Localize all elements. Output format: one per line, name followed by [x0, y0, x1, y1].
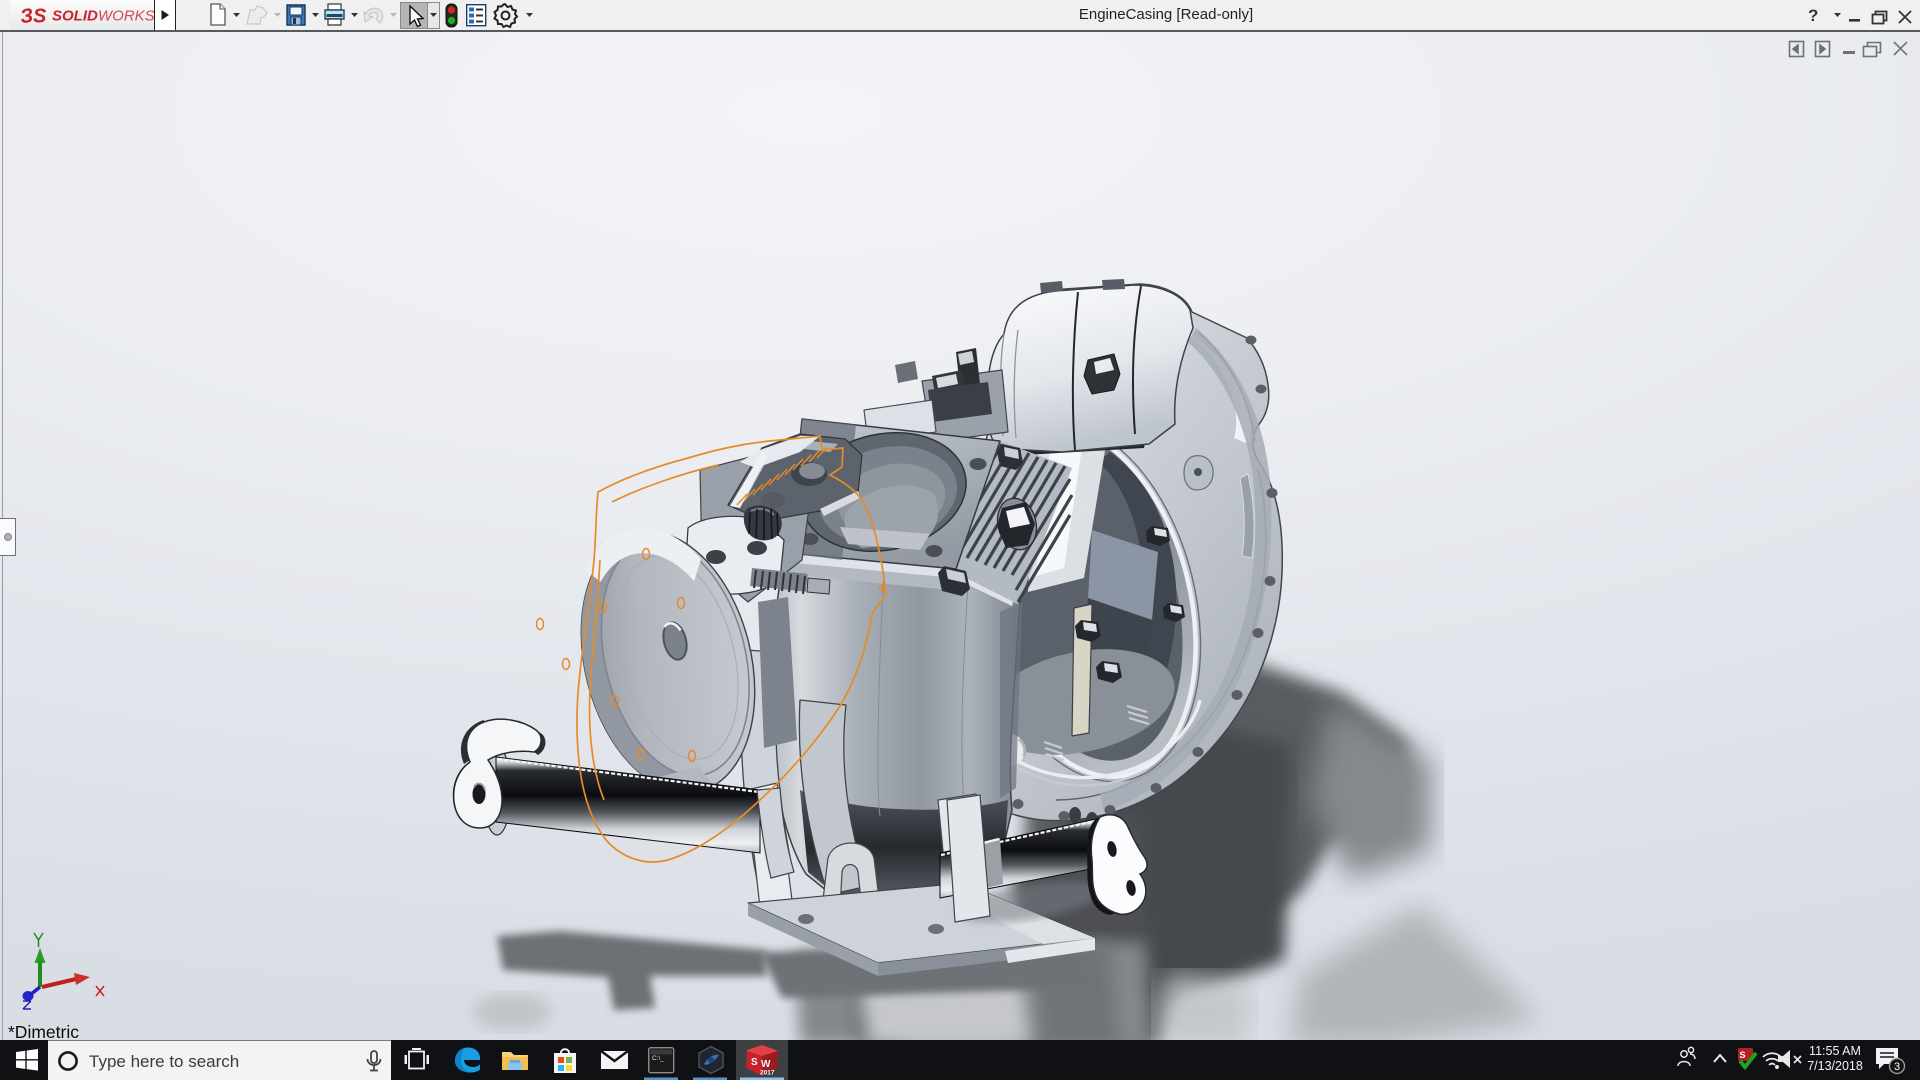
svg-text:7/13/2018: 7/13/2018	[1807, 1059, 1863, 1073]
svg-text:S: S	[1740, 1050, 1746, 1060]
svg-text:2017: 2017	[760, 1070, 775, 1077]
svg-text:S: S	[33, 6, 47, 28]
svg-text:?: ?	[1808, 6, 1818, 25]
svg-text:S: S	[751, 1057, 758, 1068]
svg-text:*Dimetric: *Dimetric	[8, 1022, 79, 1042]
svg-text:WORKS: WORKS	[98, 8, 154, 25]
svg-text:W: W	[761, 1059, 771, 1070]
svg-text:SOLID: SOLID	[52, 8, 98, 25]
svg-text:3: 3	[1894, 1061, 1900, 1073]
svg-text:C:\_: C:\_	[652, 1055, 664, 1062]
svg-text:11:55 AM: 11:55 AM	[1809, 1044, 1861, 1058]
svg-text:Type here to search: Type here to search	[89, 1052, 239, 1071]
